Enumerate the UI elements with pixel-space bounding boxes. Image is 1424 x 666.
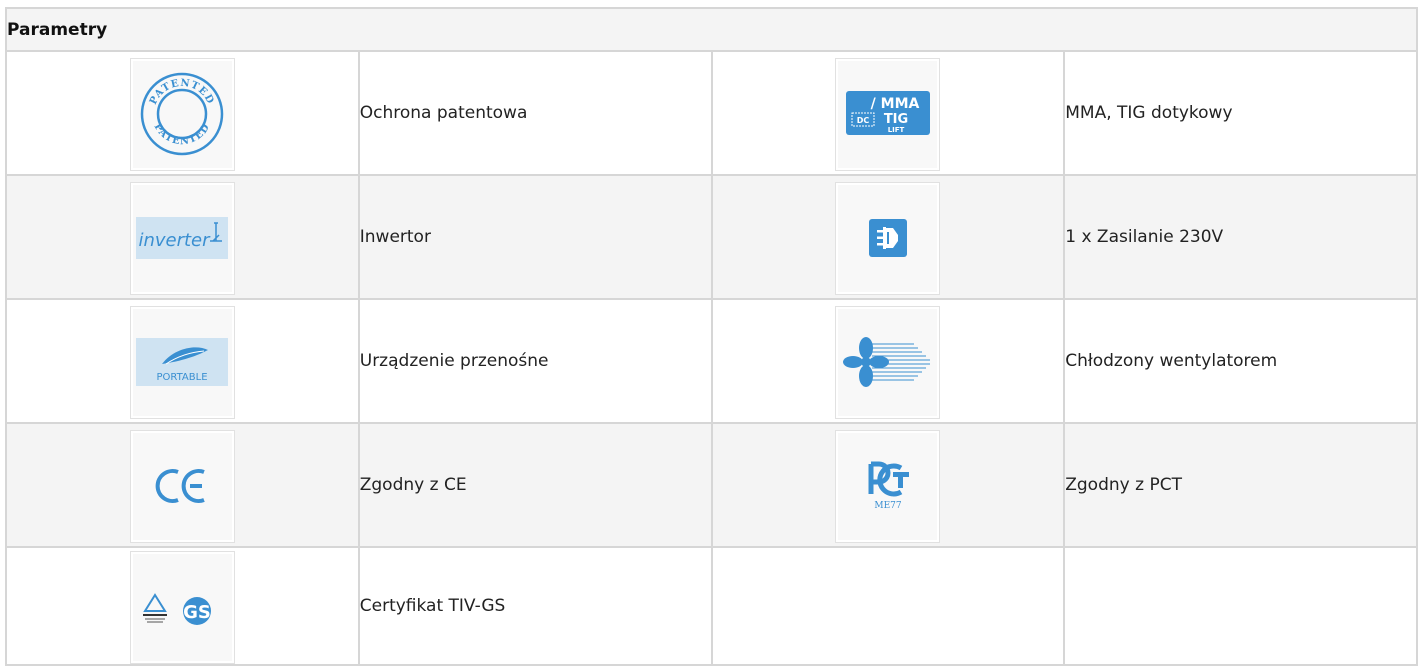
- svg-text:ME77: ME77: [874, 501, 902, 511]
- empty-label-cell: [1065, 548, 1418, 666]
- table-row: PATENTED PATENTED Ochrona patentowa / MM…: [7, 52, 1418, 176]
- table-row: PORTABLE Urządzenie przenośne Chłodzony …: [7, 300, 1418, 424]
- svg-text:/ MMA: / MMA: [871, 96, 920, 112]
- inverter-icon: inverter: [129, 181, 235, 295]
- icon-cell: [712, 300, 1066, 424]
- param-label: MMA, TIG dotykowy: [1065, 52, 1418, 176]
- parameters-table: Parametry PATENTED PATENTED Ochrona pate…: [5, 7, 1418, 666]
- icon-cell: GS: [7, 548, 360, 666]
- param-label: Ochrona patentowa: [359, 52, 713, 176]
- mma-tig-icon: / MMA DC TIG LIFT: [835, 57, 941, 171]
- param-label: Zgodny z PCT: [1065, 424, 1418, 548]
- patented-icon: PATENTED PATENTED: [129, 57, 235, 171]
- table-row: GS Certyfikat TIV-GS: [7, 548, 1418, 666]
- param-label: Zgodny z CE: [359, 424, 713, 548]
- empty-icon-cell: [712, 548, 1066, 666]
- svg-text:TIG: TIG: [884, 112, 908, 127]
- svg-text:PATENTED: PATENTED: [152, 122, 213, 148]
- icon-cell: [712, 176, 1066, 300]
- portable-icon: PORTABLE: [129, 305, 235, 419]
- param-label: Chłodzony wentylatorem: [1065, 300, 1418, 424]
- icon-cell: [7, 424, 360, 548]
- icon-cell: / MMA DC TIG LIFT: [712, 52, 1066, 176]
- table-header: Parametry: [7, 9, 1418, 52]
- icon-cell: PATENTED PATENTED: [7, 52, 360, 176]
- fan-cooling-icon: [835, 305, 941, 419]
- table-row: inverter Inwertor 1 x Zasilanie 230V: [7, 176, 1418, 300]
- power-plug-icon: [835, 181, 941, 295]
- param-label: Inwertor: [359, 176, 713, 300]
- svg-text:PORTABLE: PORTABLE: [157, 372, 208, 383]
- icon-cell: PORTABLE: [7, 300, 360, 424]
- gs-cert-icon: GS: [129, 550, 235, 664]
- icon-cell: ME77: [712, 424, 1066, 548]
- pct-mark-icon: ME77: [835, 429, 941, 543]
- svg-text:inverter: inverter: [139, 230, 212, 251]
- table-row: Zgodny z CE ME77 Zgodny z PCT: [7, 424, 1418, 548]
- param-label: Urządzenie przenośne: [359, 300, 713, 424]
- svg-text:LIFT: LIFT: [888, 126, 905, 134]
- svg-text:GS: GS: [184, 602, 212, 623]
- svg-text:DC: DC: [857, 116, 870, 125]
- ce-mark-icon: [129, 429, 235, 543]
- param-label: 1 x Zasilanie 230V: [1065, 176, 1418, 300]
- icon-cell: inverter: [7, 176, 360, 300]
- param-label: Certyfikat TIV-GS: [359, 548, 713, 666]
